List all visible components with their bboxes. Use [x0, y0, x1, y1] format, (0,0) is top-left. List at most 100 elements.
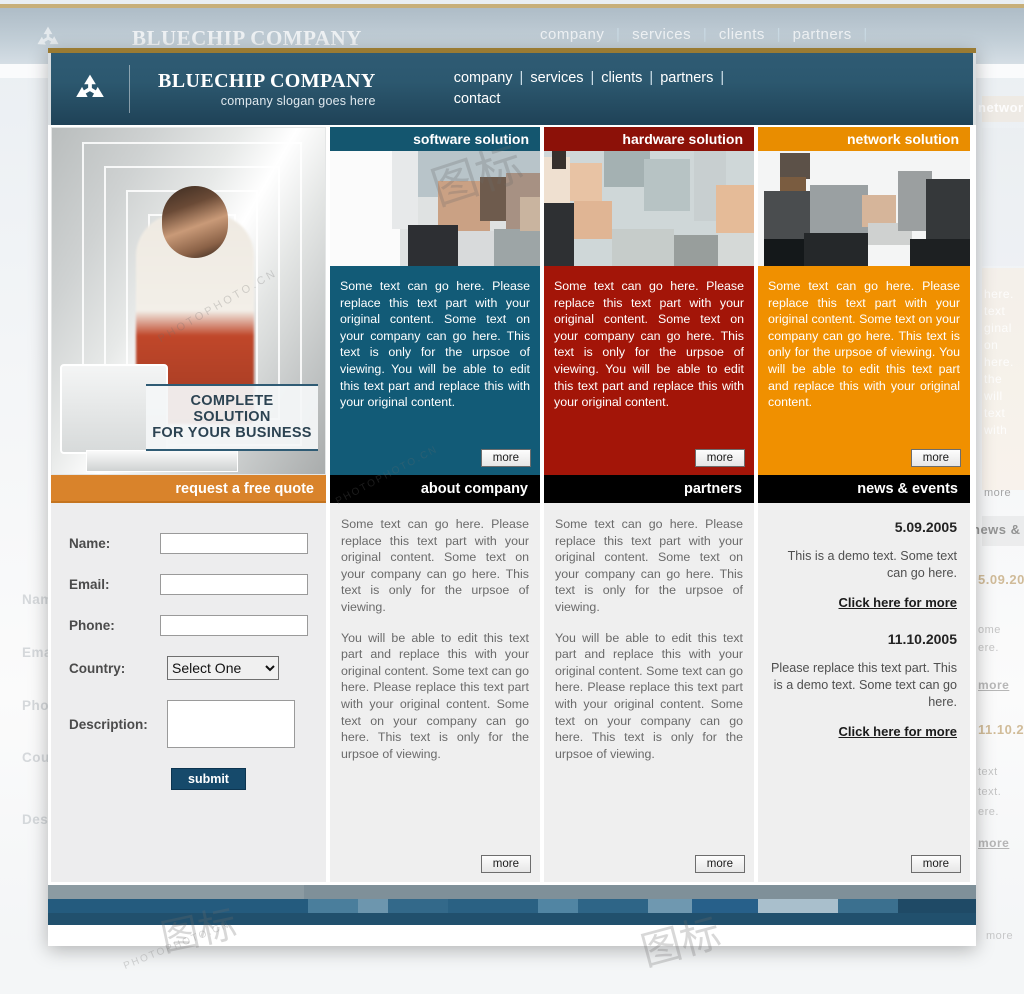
background-ghost-news-line: ome — [978, 624, 1001, 636]
recycle-icon — [76, 74, 104, 97]
label-name: Name: — [69, 536, 111, 551]
nav-separator: | — [519, 70, 524, 86]
label-email: Email: — [69, 577, 110, 592]
person-head-pixelated — [162, 186, 228, 258]
logo[interactable] — [51, 72, 129, 106]
hero-and-solutions-row: COMPLETE SOLUTION FOR YOUR BUSINESS soft… — [48, 125, 976, 475]
solution-card-hardware: hardware solution Some text can go here.… — [544, 127, 754, 475]
news-link-2[interactable]: Click here for more — [771, 724, 958, 741]
more-button-hardware[interactable]: more — [694, 449, 745, 467]
news-link-1[interactable]: Click here for more — [771, 595, 958, 612]
background-ghost-date-1: 5.09.2005 — [978, 572, 1024, 587]
partners-paragraph-1: Some text can go here. Please replace th… — [555, 517, 743, 614]
hero-photo: COMPLETE SOLUTION FOR YOUR BUSINESS — [51, 127, 326, 475]
email-input[interactable] — [160, 574, 308, 595]
solution-image-network — [758, 151, 970, 266]
solution-body-hardware: Some text can go here. Please replace th… — [544, 266, 754, 475]
background-ghost-news-line: ere. — [978, 806, 999, 818]
lower-content-row: request a free quote Name: Email: Phone:… — [48, 475, 976, 885]
solution-card-network: network solution Some text can go here. … — [758, 127, 970, 475]
background-ghost-network-title: network solution — [978, 100, 1024, 115]
solution-text-software: Some text can go here. Please replace th… — [340, 279, 530, 410]
about-company-panel: about company Some text can go here. Ple… — [330, 475, 540, 882]
quote-form: Name: Email: Phone: Country: Select One — [51, 503, 326, 882]
description-textarea[interactable] — [167, 700, 295, 748]
background-nav-partners: partners — [792, 26, 852, 43]
background-ghost-news-link-1: more — [978, 678, 1010, 692]
page-title: BLUECHIP COMPANY — [158, 70, 376, 92]
more-button-network[interactable]: more — [910, 449, 961, 467]
site-header: BLUECHIP COMPANY company slogan goes her… — [48, 53, 976, 125]
partners-title: partners — [544, 475, 754, 503]
background-ghost-news-line: ere. — [978, 642, 999, 654]
nav-separator: | — [649, 70, 654, 86]
brand-slogan: company slogan goes here — [220, 94, 376, 108]
hero-caption-line2: FOR YOUR BUSINESS — [152, 425, 312, 441]
background-ghost-news-link-2: more — [978, 836, 1010, 850]
background-nav-services: services — [632, 26, 692, 43]
nav-item-services[interactable]: services — [530, 70, 583, 86]
nav-separator: | — [863, 26, 868, 43]
label-phone: Phone: — [69, 618, 115, 633]
country-select[interactable]: Select One — [167, 656, 279, 680]
nav-separator: | — [616, 26, 621, 43]
request-quote-panel: request a free quote Name: Email: Phone:… — [51, 475, 326, 882]
news-events-panel: news & events 5.09.2005 This is a demo t… — [758, 475, 970, 882]
solution-image-hardware — [544, 151, 754, 266]
website-preview-card: BLUECHIP COMPANY company slogan goes her… — [48, 48, 976, 946]
keyboard — [86, 450, 238, 472]
form-row-description: Description: — [69, 700, 308, 748]
more-button-about[interactable]: more — [480, 855, 531, 873]
logo-divider — [129, 65, 130, 113]
submit-button[interactable]: submit — [171, 768, 246, 790]
solution-image-software — [330, 151, 540, 266]
primary-navigation: company | services | clients | partners | conta… — [454, 68, 731, 110]
background-ghost-news-line: text. — [978, 786, 1002, 798]
about-paragraph-1: Some text can go here. Please replace th… — [341, 517, 529, 614]
background-nav: company | services | clients | partners … — [540, 26, 875, 43]
brand-block: BLUECHIP COMPANY company slogan goes her… — [158, 70, 376, 108]
about-company-title: about company — [330, 475, 540, 503]
news-date-1: 5.09.2005 — [894, 519, 957, 535]
solution-card-software: software solution Some text can go here.… — [330, 127, 540, 475]
name-input[interactable] — [160, 533, 308, 554]
background-ghost-date-2: 11.10.2005 — [978, 722, 1024, 737]
background-nav-clients: clients — [718, 26, 765, 43]
form-row-email: Email: — [69, 574, 308, 595]
background-ghost-news-title: news & events — [972, 522, 1024, 537]
hero-caption: COMPLETE SOLUTION FOR YOUR BUSINESS — [146, 384, 318, 451]
partners-paragraph-2: You will be able to edit this text part … — [555, 630, 743, 761]
nav-item-partners[interactable]: partners — [660, 70, 713, 86]
phone-input[interactable] — [160, 615, 308, 636]
label-description: Description: — [69, 716, 148, 732]
more-button-partners[interactable]: more — [694, 855, 745, 873]
news-text-1: This is a demo text. Some text can go he… — [787, 548, 957, 580]
partners-panel: partners Some text can go here. Please r… — [544, 475, 754, 882]
form-row-phone: Phone: — [69, 615, 308, 636]
solution-text-hardware: Some text can go here. Please replace th… — [554, 279, 744, 410]
news-events-body: 5.09.2005 This is a demo text. Some text… — [758, 503, 970, 882]
site-footer — [48, 885, 976, 925]
solution-title-software: software solution — [330, 127, 540, 151]
more-button-software[interactable]: more — [480, 449, 531, 467]
nav-item-contact[interactable]: contact — [454, 91, 501, 107]
submit-row: submit — [69, 768, 308, 790]
form-row-country: Country: Select One — [69, 656, 308, 680]
background-nav-company: company — [540, 26, 605, 43]
about-company-body: Some text can go here. Please replace th… — [330, 503, 540, 882]
label-country: Country: — [69, 660, 126, 676]
nav-separator: | — [702, 26, 708, 43]
more-button-news[interactable]: more — [910, 855, 961, 873]
news-text-2: Please replace this text part. This is a… — [771, 660, 957, 709]
solution-body-software: Some text can go here. Please replace th… — [330, 266, 540, 475]
background-ghost-more: more — [984, 487, 1012, 499]
solution-title-network: network solution — [758, 127, 970, 151]
background-ghost-news-line: text — [978, 766, 998, 778]
hero-caption-line1: COMPLETE SOLUTION — [190, 393, 274, 425]
form-row-name: Name: — [69, 533, 308, 554]
nav-separator: | — [776, 26, 781, 43]
nav-item-company[interactable]: company — [454, 70, 513, 86]
solution-body-network: Some text can go here. Please replace th… — [758, 266, 970, 475]
nav-item-clients[interactable]: clients — [601, 70, 642, 86]
news-date-2: 11.10.2005 — [887, 631, 957, 648]
